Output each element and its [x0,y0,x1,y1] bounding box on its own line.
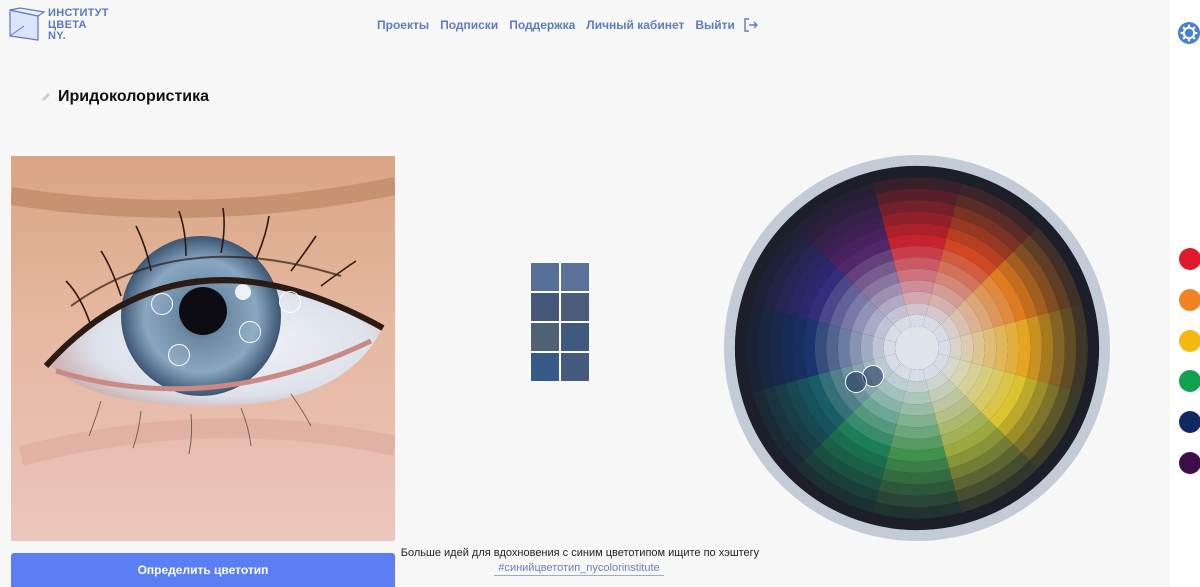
swatch-dark-blue[interactable] [1172,404,1200,440]
nav-subscriptions[interactable]: Подписки [440,18,498,32]
determine-colortype-button[interactable]: Определить цветотип [11,553,395,587]
wheel-segment [883,339,896,357]
page-title-row: Иридоколористика [40,88,209,106]
extracted-color-grid [530,262,589,381]
wheel-segment [960,333,974,363]
wheel-picker-1[interactable] [845,371,867,393]
logout-icon[interactable] [743,17,759,33]
wheel-segment [849,330,863,366]
color-wheel-graphic [724,155,1110,541]
nav-account[interactable]: Личный кабинет [586,18,684,32]
logo[interactable]: ИНСТИТУТ ЦВЕТА NY. [8,6,118,46]
hashtag-hint-text: Больше идей для вдохновения с синим цвет… [400,547,760,559]
wheel-segment [938,339,951,357]
eye-color-picker-1[interactable] [151,293,173,315]
wheel-segment [971,330,985,366]
wheel-segment [902,391,932,405]
top-navigation: Проекты Подписки Поддержка Личный кабине… [377,16,759,34]
wheel-segment [899,280,935,294]
logo-mark-icon [9,7,46,41]
color-cell[interactable] [531,353,559,381]
color-cell[interactable] [561,323,589,351]
page-title: Иридоколористика [58,88,210,105]
color-wheel [722,153,1112,543]
color-cell[interactable] [561,263,589,291]
color-cell[interactable] [561,293,589,321]
swatch-red[interactable] [1179,248,1200,270]
nav-logout[interactable]: Выйти [695,18,735,32]
swatch-purple[interactable] [1179,452,1200,474]
wheel-segment [872,336,885,360]
wheel-segment [908,369,926,382]
wheel-segment [908,314,926,327]
wheel-segment [860,333,874,363]
nav-support[interactable]: Поддержка [509,18,575,32]
eye-illustration [11,156,395,541]
hashtag-link[interactable]: #синийцветотип_nycolorinstitute [494,562,664,576]
wheel-segment [899,402,935,416]
logo-line-1: ИНСТИТУТ [48,7,109,19]
wheel-segment [905,303,929,316]
wheel-segment [902,291,932,305]
eye-color-picker-4[interactable] [168,344,190,366]
eye-color-picker-3[interactable] [239,321,261,343]
eye-photo [11,156,395,541]
wheel-segment [949,336,962,360]
logo-line-3: NY. [48,30,67,42]
swatch-green[interactable] [1179,370,1200,392]
color-cell[interactable] [531,293,559,321]
swatch-yellow[interactable] [1179,330,1200,352]
wheel-segment [905,380,929,393]
logo-text: ИНСТИТУТ ЦВЕТА NY. [48,7,109,43]
nav-projects[interactable]: Проекты [377,18,429,32]
settings-gear-icon[interactable] [1178,22,1200,44]
eye-color-picker-2[interactable] [279,291,301,313]
color-cell[interactable] [561,353,589,381]
pencil-icon[interactable] [40,91,52,103]
color-cell[interactable] [531,263,559,291]
color-cell[interactable] [531,323,559,351]
swatch-orange[interactable] [1179,289,1200,311]
